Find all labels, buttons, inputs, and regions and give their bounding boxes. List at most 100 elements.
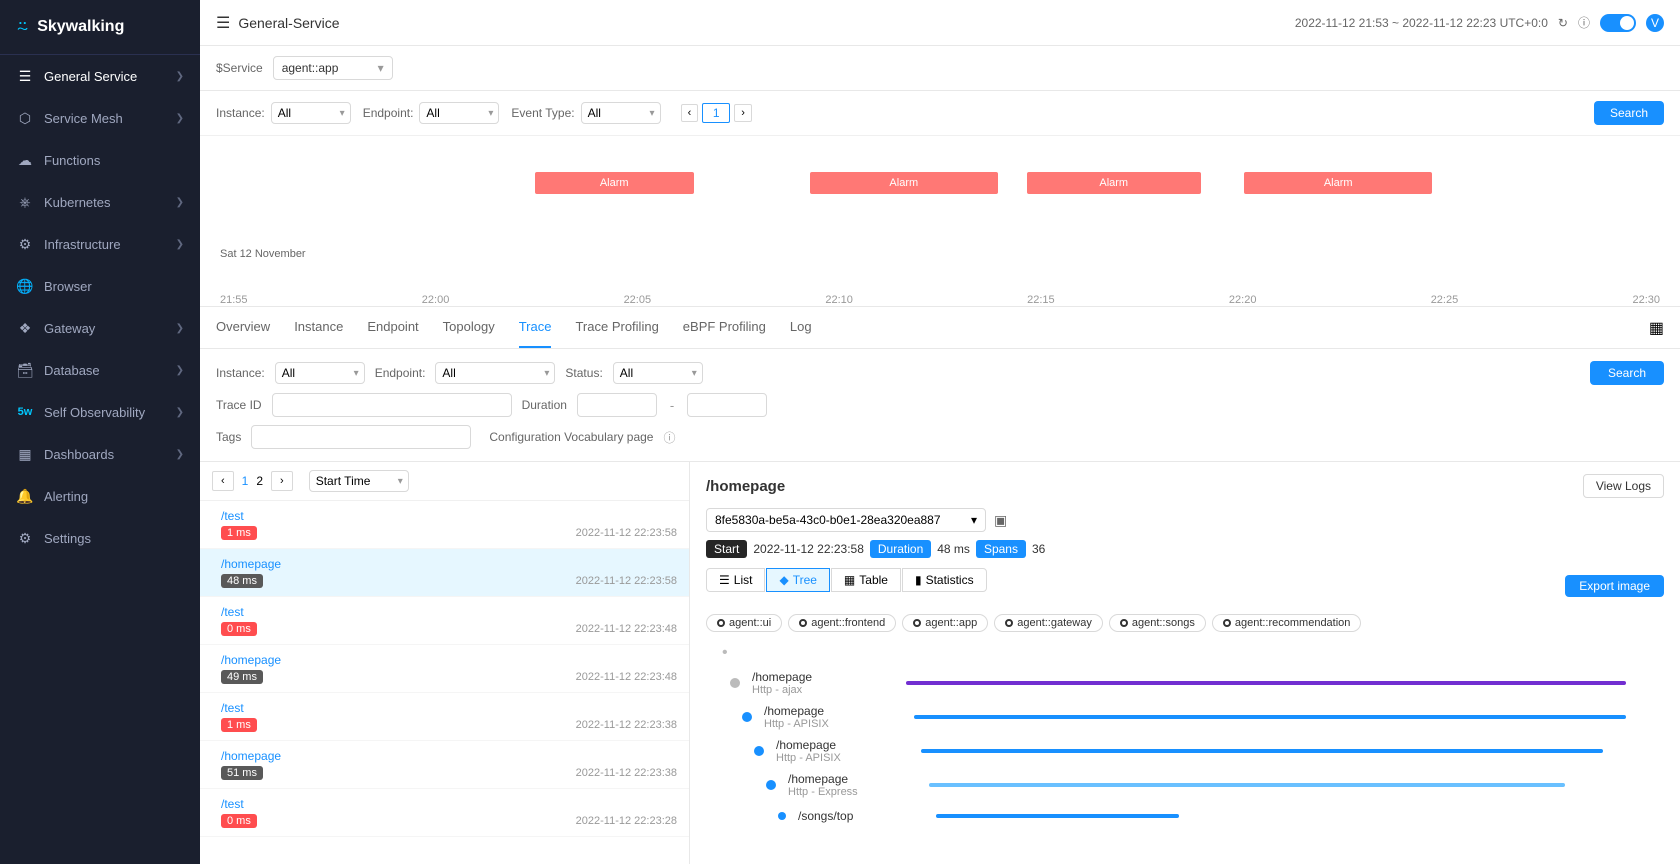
chevron-icon-self-obs: ❯: [176, 407, 184, 418]
tab-endpoint[interactable]: Endpoint: [367, 307, 418, 348]
sidebar-item-functions[interactable]: ☁ Functions: [0, 139, 200, 181]
sidebar-item-self-observability[interactable]: 5w Self Observability ❯: [0, 391, 200, 433]
service-select[interactable]: agent::app: [273, 56, 393, 80]
next-page-btn-tl[interactable]: ›: [734, 104, 752, 122]
table-icon[interactable]: ▦: [1649, 320, 1664, 337]
copy-icon[interactable]: ▣: [994, 512, 1007, 529]
export-btn[interactable]: Export image: [1565, 575, 1664, 597]
duration-from-input[interactable]: [577, 393, 657, 417]
start-value: 2022-11-12 22:23:58: [753, 542, 864, 556]
trace-status-select[interactable]: All: [613, 362, 703, 384]
event-type-select[interactable]: All: [581, 102, 661, 124]
endpoint-select-tl[interactable]: All: [419, 102, 499, 124]
refresh-icon[interactable]: ↻: [1558, 16, 1568, 30]
trace-time-0: 2022-11-12 22:23:58: [576, 527, 677, 539]
prev-page-btn-tl[interactable]: ‹: [681, 104, 699, 122]
trace-item-4[interactable]: /test 1 ms 2022-11-12 22:23:38: [200, 693, 689, 741]
view-tree-btn[interactable]: ◆ Tree: [766, 568, 829, 592]
service-tag-5[interactable]: agent::recommendation: [1212, 614, 1362, 632]
dot-icon-4: [1120, 619, 1128, 627]
span-label-3: /homepage: [788, 772, 858, 786]
span-sub-0: Http - ajax: [752, 684, 812, 696]
next-page-btn[interactable]: ›: [271, 471, 293, 491]
service-tag-3[interactable]: agent::gateway: [994, 614, 1103, 632]
trace-endpoint-6: /test: [221, 797, 244, 811]
tab-trace-profiling[interactable]: Trace Profiling: [575, 307, 658, 348]
trace-item-1[interactable]: /homepage 48 ms 2022-11-12 22:23:58: [200, 549, 689, 597]
trace-item-2[interactable]: /test 0 ms 2022-11-12 22:23:48: [200, 597, 689, 645]
tab-log[interactable]: Log: [790, 307, 812, 348]
sidebar-item-database[interactable]: 🗃 Database ❯: [0, 349, 200, 391]
chevron-down-icon: ▾: [971, 513, 977, 527]
sidebar-label-infrastructure: Infrastructure: [44, 237, 121, 252]
dot-icon-1: [799, 619, 807, 627]
view-logs-btn[interactable]: View Logs: [1583, 474, 1664, 498]
sidebar-item-alerting[interactable]: 🔔 Alerting: [0, 475, 200, 517]
sidebar-item-dashboards[interactable]: ▦ Dashboards ❯: [0, 433, 200, 475]
trace-item-0[interactable]: /test 1 ms 2022-11-12 22:23:58: [200, 501, 689, 549]
trace-endpoint-0: /test: [221, 509, 244, 523]
instance-select[interactable]: All: [271, 102, 351, 124]
trace-id-input[interactable]: [272, 393, 512, 417]
toggle-switch[interactable]: [1600, 14, 1636, 32]
duration-to-input[interactable]: [687, 393, 767, 417]
trace-id-label: Trace ID: [216, 398, 262, 412]
timeline-search-btn[interactable]: Search: [1594, 101, 1664, 125]
tab-overview[interactable]: Overview: [216, 307, 270, 348]
sidebar-item-gateway[interactable]: ❖ Gateway ❯: [0, 307, 200, 349]
page-title: General-Service: [238, 15, 339, 31]
info-icon[interactable]: ⓘ: [1578, 14, 1590, 31]
main-content: ☰ General-Service 2022-11-12 21:53 ~ 202…: [200, 0, 1680, 864]
trace-list-header: ‹ 1 2 › Start Time: [200, 462, 689, 501]
sidebar-item-general-service[interactable]: ☰ General Service ❯: [0, 55, 200, 97]
tab-topology[interactable]: Topology: [443, 307, 495, 348]
sort-select[interactable]: Start Time: [309, 470, 409, 492]
trace-endpoint-4: /test: [221, 701, 244, 715]
tab-instance[interactable]: Instance: [294, 307, 343, 348]
trace-duration-4: 1 ms: [221, 718, 257, 732]
trace-time-4: 2022-11-12 22:23:38: [576, 719, 677, 731]
settings-icon: ⚙: [16, 529, 34, 547]
view-statistics-btn[interactable]: ▮ Statistics: [902, 568, 987, 592]
service-tag-4[interactable]: agent::songs: [1109, 614, 1206, 632]
prev-page-btn[interactable]: ‹: [212, 471, 234, 491]
span-label-2: /homepage: [776, 738, 841, 752]
service-tag-2[interactable]: agent::app: [902, 614, 988, 632]
trace-duration-2: 0 ms: [221, 622, 257, 636]
sidebar-item-kubernetes[interactable]: ⎈ Kubernetes ❯: [0, 181, 200, 223]
alarm-bar-2: Alarm: [810, 172, 998, 194]
trace-item-3[interactable]: /homepage 49 ms 2022-11-12 22:23:48: [200, 645, 689, 693]
span-label-0: /homepage: [752, 670, 812, 684]
trace-endpoint-select[interactable]: All: [435, 362, 555, 384]
sidebar-item-settings[interactable]: ⚙ Settings: [0, 517, 200, 559]
sidebar-item-service-mesh[interactable]: ⬡ Service Mesh ❯: [0, 97, 200, 139]
trace-item-6[interactable]: /test 0 ms 2022-11-12 22:23:28: [200, 789, 689, 837]
endpoint-label-tl: Endpoint:: [363, 106, 414, 120]
trace-search-btn[interactable]: Search: [1590, 361, 1664, 385]
config-vocab-link[interactable]: Configuration Vocabulary page: [489, 430, 653, 444]
trace-item-5[interactable]: /homepage 51 ms 2022-11-12 22:23:38: [200, 741, 689, 789]
span-row-1: /homepage Http - APISIX: [706, 700, 1664, 734]
duration-badge: Duration: [870, 540, 931, 558]
page-2[interactable]: 2: [256, 474, 263, 488]
service-tag-0[interactable]: agent::ui: [706, 614, 782, 632]
span-row-0: /homepage Http - ajax: [706, 666, 1664, 700]
trace-endpoint-1: /homepage: [221, 557, 281, 571]
datetime-display: 2022-11-12 21:53 ~ 2022-11-12 22:23 UTC+…: [1295, 16, 1548, 30]
span-tree: • /homepage Http - ajax: [706, 644, 1664, 830]
trace-time-3: 2022-11-12 22:23:48: [576, 671, 677, 683]
view-table-btn[interactable]: ▦ Table: [831, 568, 901, 592]
trace-instance-select[interactable]: All: [275, 362, 365, 384]
skywalking-logo: ⍨: [16, 14, 29, 40]
spans-value: 36: [1032, 542, 1045, 556]
page-1[interactable]: 1: [242, 474, 249, 488]
sidebar-item-browser[interactable]: 🌐 Browser: [0, 265, 200, 307]
view-list-btn[interactable]: ☰ List: [706, 568, 765, 592]
tags-input[interactable]: [251, 425, 471, 449]
service-tag-1[interactable]: agent::frontend: [788, 614, 896, 632]
tab-trace[interactable]: Trace: [519, 307, 552, 348]
tab-ebpf-profiling[interactable]: eBPF Profiling: [683, 307, 766, 348]
timeline-section: Instance: All Endpoint: All Event Type: …: [200, 91, 1680, 307]
nav-tabs: Overview Instance Endpoint Topology Trac…: [200, 307, 1680, 349]
sidebar-item-infrastructure[interactable]: ⚙ Infrastructure ❯: [0, 223, 200, 265]
